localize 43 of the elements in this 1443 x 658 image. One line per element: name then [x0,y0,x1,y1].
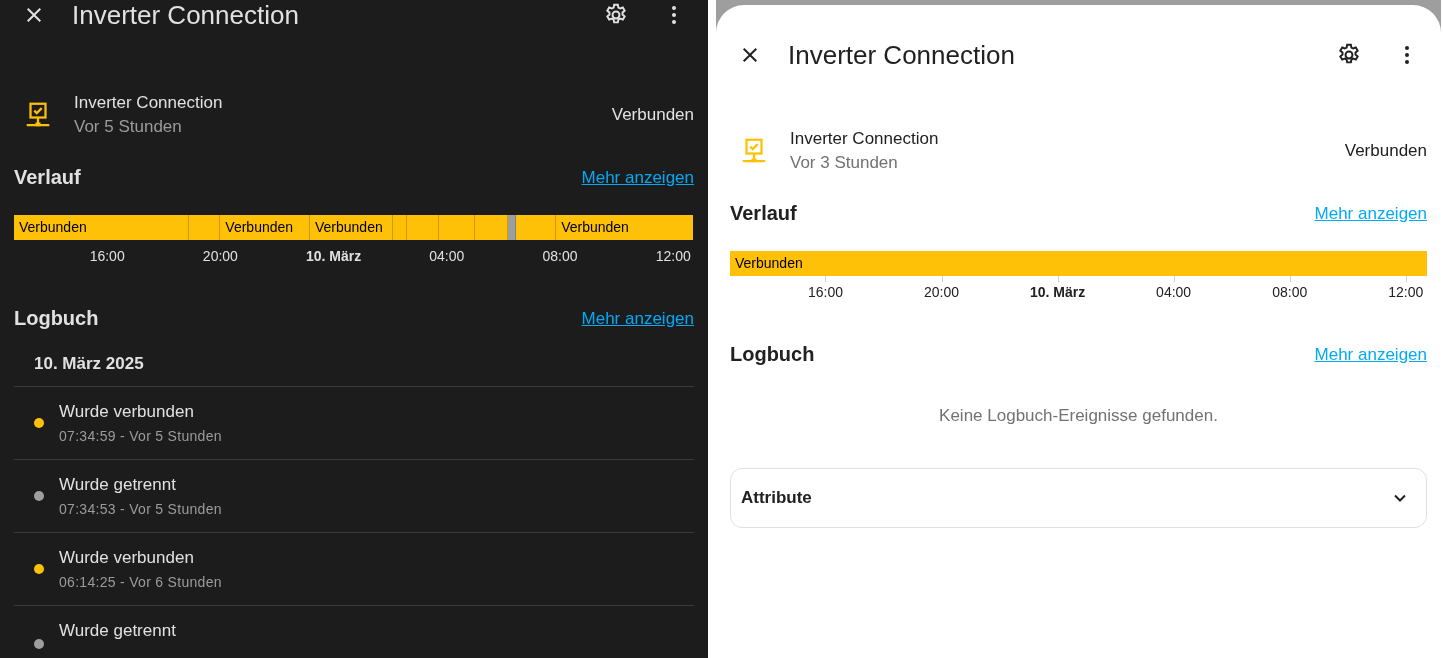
axis-label: 16:00 [89,248,125,264]
axis-label: 04:00 [1156,284,1192,300]
timeline-segment: Verbunden [556,215,693,240]
section-title: Verlauf [730,202,797,225]
axis-label: 20:00 [202,248,238,264]
entry-title: Wurde getrennt [59,475,177,495]
axis-label: 12:00 [1388,284,1424,300]
entry-title: Wurde verbunden [59,548,195,568]
entity-state: Verbunden [1344,141,1427,161]
axis-label: 08:00 [542,248,578,264]
timeline-segment: Verbunden [220,215,310,240]
entity-name: Inverter Connection [790,129,940,149]
last-changed: Vor 5 Stunden [74,117,183,137]
timeline-segment: Verbunden [14,215,189,240]
entry-title: Wurde verbunden [59,402,195,422]
entry-time: 06:14:25 - Vor 6 Stunden [59,574,222,590]
dialog-title: Inverter Connection [72,0,300,31]
axis-label: 16:00 [807,284,843,300]
entity-state: Verbunden [611,105,694,125]
logbook-date: 10. März 2025 [14,354,694,387]
axis-label: 04:00 [429,248,465,264]
section-title: Verlauf [14,166,81,189]
section-title: Logbuch [730,343,815,366]
axis-label: 10. März [305,248,362,264]
entry-time: 07:34:59 - Vor 5 Stunden [59,428,222,444]
entry-title: Wurde getrennt [59,621,176,641]
section-title: Logbuch [14,307,99,330]
more-options-icon[interactable] [670,3,678,27]
axis-label: 20:00 [924,284,960,300]
attributes-expander[interactable]: Attribute [730,468,1427,528]
more-link[interactable]: Mehr anzeigen [581,308,694,329]
timeline-segment: Verbunden [310,215,393,240]
last-changed: Vor 3 Stunden [790,153,899,173]
entry-time: 07:34:53 - Vor 5 Stunden [59,501,222,517]
axis-label: 12:00 [655,248,691,264]
entity-name: Inverter Connection [74,93,224,113]
axis-label: 10. März [1029,284,1086,300]
empty-message: Keine Logbuch-Ereignisse gefunden. [938,406,1219,426]
timeline-segment: Verbunden [730,251,1427,276]
more-options-icon[interactable] [1403,43,1411,67]
more-link[interactable]: Mehr anzeigen [581,167,694,188]
dialog-title: Inverter Connection [788,39,1016,71]
axis-label: 08:00 [1272,284,1308,300]
